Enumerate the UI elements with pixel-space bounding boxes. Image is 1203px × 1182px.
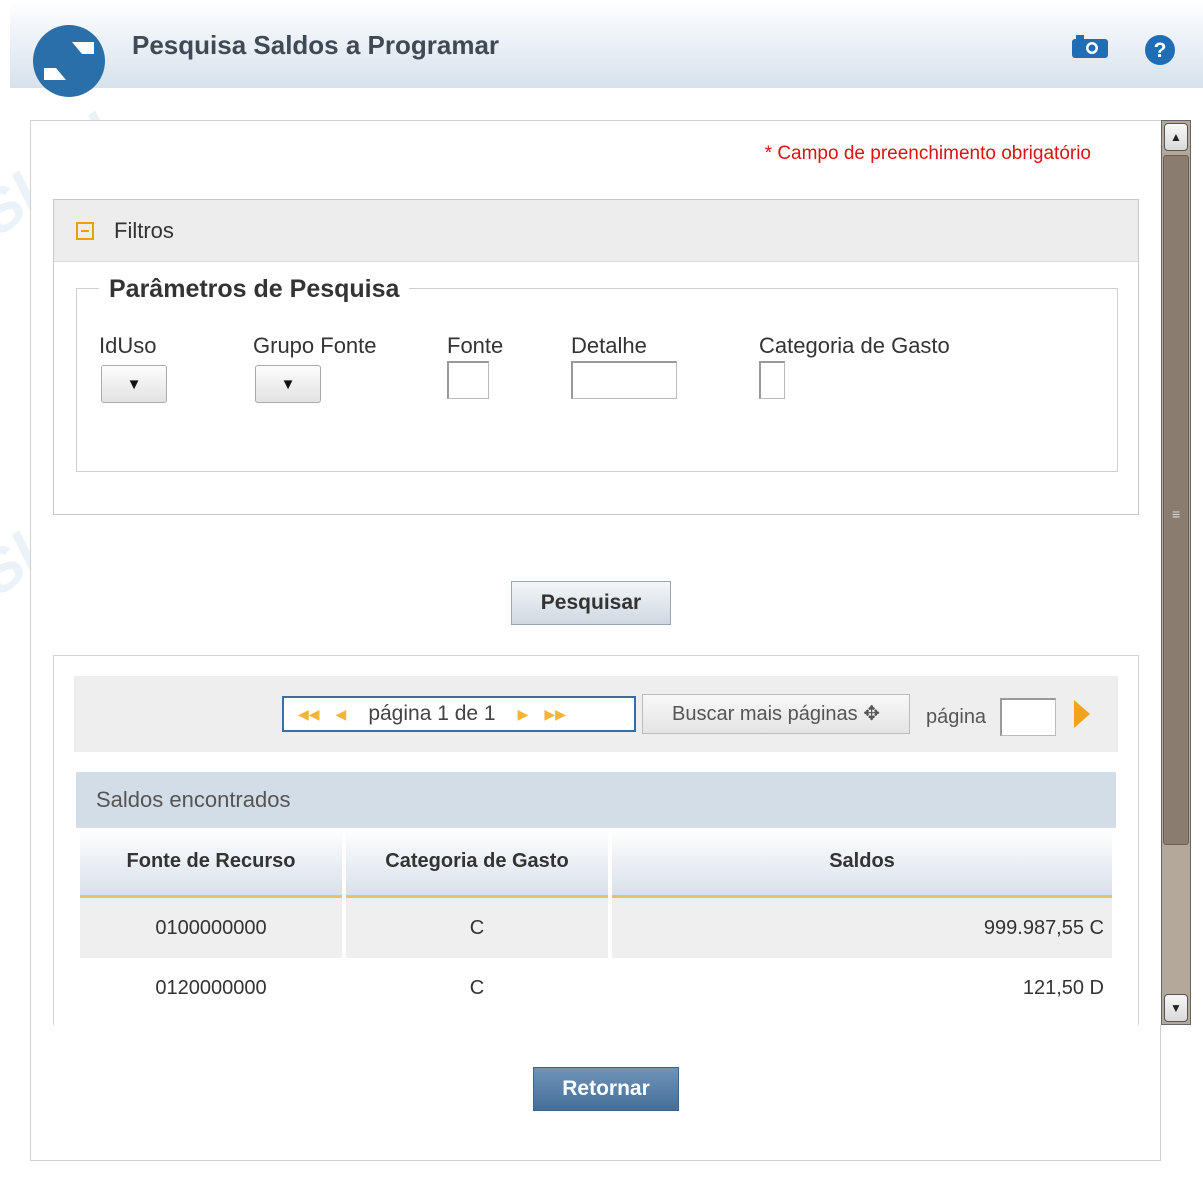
iduso-select[interactable]: ▼: [101, 365, 167, 403]
scroll-up-icon[interactable]: ▲: [1164, 123, 1188, 151]
last-page-icon[interactable]: ▶▶: [544, 706, 566, 723]
app-header: Pesquisa Saldos a Programar ?: [10, 0, 1203, 97]
return-button[interactable]: Retornar: [533, 1067, 679, 1111]
page-label: página: [926, 706, 987, 728]
help-icon[interactable]: ?: [1144, 34, 1176, 66]
table-row[interactable]: 0120000000 C 121,50 D: [80, 958, 1112, 1018]
scroll-thumb[interactable]: ≡: [1163, 155, 1189, 845]
fonte-cell: 0100000000: [80, 898, 342, 958]
more-pages-button[interactable]: Buscar mais páginas ✥: [642, 694, 910, 734]
results-table: Fonte de Recurso Categoria de Gasto Sald…: [76, 828, 1116, 1018]
table-header-row: Fonte de Recurso Categoria de Gasto Sald…: [80, 828, 1112, 898]
collapse-icon[interactable]: [76, 221, 94, 240]
prev-page-icon[interactable]: ◀: [336, 706, 347, 723]
chevron-down-icon: ▼: [126, 375, 142, 393]
footer-bar: Retornar: [30, 1025, 1161, 1161]
saldo-cell: 999.987,55 C: [612, 898, 1112, 958]
results-panel: ◀◀ ◀ página 1 de 1 ▶ ▶▶ Buscar mais pági…: [53, 655, 1139, 1025]
page-title: Pesquisa Saldos a Programar: [132, 30, 500, 60]
fonte-input[interactable]: [447, 361, 489, 399]
camera-icon[interactable]: [1070, 34, 1110, 60]
grupo-fonte-label: Grupo Fonte: [253, 333, 377, 358]
fonte-label: Fonte: [447, 333, 504, 358]
categoria-gasto-label: Categoria de Gasto: [759, 333, 950, 358]
column-header[interactable]: Fonte de Recurso: [80, 828, 342, 898]
categoria-gasto-input[interactable]: [759, 361, 785, 399]
detalhe-label: Detalhe: [571, 333, 647, 358]
page-number-input[interactable]: [1000, 698, 1056, 736]
chevron-down-icon: ▼: [280, 375, 296, 393]
fonte-cell: 0120000000: [155, 976, 267, 999]
required-note: * Campo de preenchimento obrigatório: [764, 143, 1091, 164]
go-page-icon[interactable]: [1074, 700, 1090, 728]
results-title: Saldos encontrados: [76, 772, 1116, 828]
search-button[interactable]: Pesquisar: [511, 581, 671, 625]
detalhe-input[interactable]: [571, 361, 677, 399]
filters-label: Filtros: [114, 217, 174, 243]
first-page-icon[interactable]: ◀◀: [298, 706, 320, 723]
pager: ◀◀ ◀ página 1 de 1 ▶ ▶▶: [282, 696, 636, 732]
grupo-fonte-select[interactable]: ▼: [255, 365, 321, 403]
svg-text:?: ?: [1154, 39, 1167, 62]
page: SIAFI SIAFI SIAFI SIAFI SIAFI SIAFI SIAF…: [0, 0, 1203, 1182]
next-page-icon[interactable]: ▶: [518, 706, 529, 723]
params-legend: Parâmetros de Pesquisa: [99, 275, 410, 304]
column-header[interactable]: Categoria de Gasto: [346, 828, 608, 898]
grip-icon: ≡: [1172, 506, 1181, 522]
table-row[interactable]: 0100000000 C 999.987,55 C: [80, 898, 1112, 958]
pagination-bar: ◀◀ ◀ página 1 de 1 ▶ ▶▶ Buscar mais pági…: [74, 676, 1118, 752]
saldo-cell: 121,50 D: [1022, 976, 1104, 999]
filters-header[interactable]: Filtros: [54, 200, 1138, 262]
siafi-logo-icon: [33, 25, 105, 97]
categoria-cell: C: [346, 898, 608, 958]
vertical-scrollbar[interactable]: ▲ ≡ ▼: [1161, 120, 1191, 1025]
scroll-down-icon[interactable]: ▼: [1164, 994, 1188, 1022]
page-indicator: página 1 de 1: [368, 702, 496, 725]
content-frame: * Campo de preenchimento obrigatório Fil…: [30, 120, 1161, 1025]
categoria-cell: C: [469, 976, 485, 999]
column-header[interactable]: Saldos: [612, 828, 1112, 898]
filters-panel: Filtros Parâmetros de Pesquisa IdUso ▼ G…: [53, 199, 1139, 515]
iduso-label: IdUso: [99, 333, 157, 358]
search-parameters: Parâmetros de Pesquisa IdUso ▼ Grupo Fon…: [76, 275, 1118, 472]
